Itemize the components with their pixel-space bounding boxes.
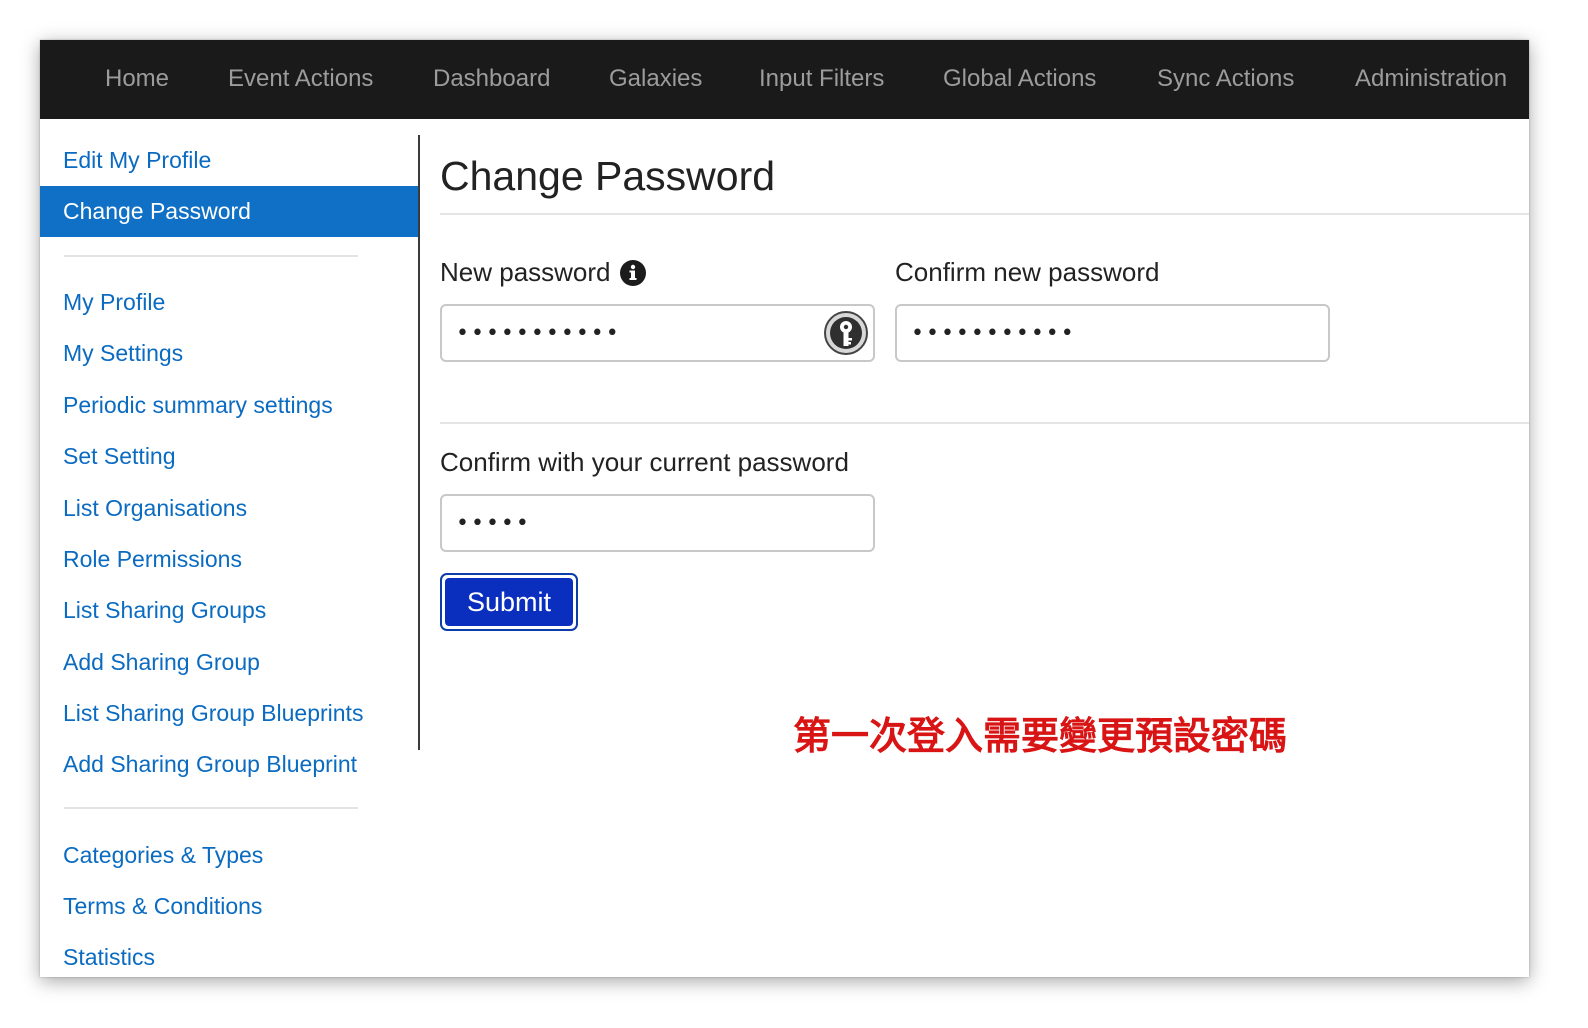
sidebar-item-my-profile[interactable]: My Profile — [40, 277, 418, 328]
page-title: Change Password — [440, 153, 776, 199]
nav-sync-actions[interactable]: Sync Actions — [1157, 40, 1294, 119]
sidebar-divider — [64, 255, 358, 257]
sidebar-item-add-blueprint[interactable]: Add Sharing Group Blueprint — [40, 739, 418, 790]
sidebar-item-list-blueprints[interactable]: List Sharing Group Blueprints — [40, 688, 418, 739]
nav-galaxies[interactable]: Galaxies — [609, 40, 702, 119]
confirm-password-label-text: Confirm new password — [895, 257, 1160, 287]
nav-input-filters[interactable]: Input Filters — [759, 40, 884, 119]
sidebar-border — [418, 135, 420, 750]
sidebar-item-terms-conditions[interactable]: Terms & Conditions — [40, 881, 418, 932]
new-password-label: New password — [440, 257, 646, 288]
title-divider — [440, 213, 1529, 215]
annotation-text: 第一次登入需要變更預設密碼 — [793, 714, 1288, 758]
sidebar-item-list-sharing-groups[interactable]: List Sharing Groups — [40, 585, 418, 636]
submit-button[interactable]: Submit — [440, 573, 578, 631]
sidebar-item-list-organisations[interactable]: List Organisations — [40, 483, 418, 534]
section-divider — [440, 422, 1529, 424]
key-icon[interactable] — [824, 311, 868, 355]
main-content: Change Password New password Confirm new… — [440, 135, 1529, 977]
sidebar-item-add-sharing-group[interactable]: Add Sharing Group — [40, 637, 418, 688]
new-password-label-text: New password — [440, 257, 611, 287]
sidebar-item-set-setting[interactable]: Set Setting — [40, 431, 418, 482]
sidebar-item-statistics[interactable]: Statistics — [40, 932, 418, 977]
sidebar-item-edit-my-profile[interactable]: Edit My Profile — [40, 135, 418, 186]
current-password-label-text: Confirm with your current password — [440, 447, 849, 477]
sidebar-item-categories-types[interactable]: Categories & Types — [40, 830, 418, 881]
new-password-input[interactable] — [440, 304, 875, 362]
confirm-password-input[interactable] — [895, 304, 1330, 362]
confirm-password-label: Confirm new password — [895, 257, 1159, 288]
sidebar-item-periodic-summary[interactable]: Periodic summary settings — [40, 380, 418, 431]
app-window: Home Event Actions Dashboard Galaxies In… — [40, 40, 1529, 977]
current-password-label: Confirm with your current password — [440, 447, 849, 478]
sidebar-item-change-password[interactable]: Change Password — [40, 186, 418, 237]
submit-button-label: Submit — [445, 578, 573, 626]
nav-home[interactable]: Home — [105, 40, 169, 119]
top-navigation-bar: Home Event Actions Dashboard Galaxies In… — [40, 40, 1529, 119]
info-icon[interactable] — [619, 259, 646, 286]
nav-administration[interactable]: Administration — [1355, 40, 1507, 119]
sidebar-divider — [64, 807, 358, 809]
sidebar-item-role-permissions[interactable]: Role Permissions — [40, 534, 418, 585]
nav-global-actions[interactable]: Global Actions — [943, 40, 1096, 119]
nav-event-actions[interactable]: Event Actions — [228, 40, 373, 119]
sidebar: Edit My Profile Change Password My Profi… — [40, 135, 418, 977]
sidebar-item-my-settings[interactable]: My Settings — [40, 328, 418, 379]
nav-dashboard[interactable]: Dashboard — [433, 40, 550, 119]
current-password-input[interactable] — [440, 494, 875, 552]
